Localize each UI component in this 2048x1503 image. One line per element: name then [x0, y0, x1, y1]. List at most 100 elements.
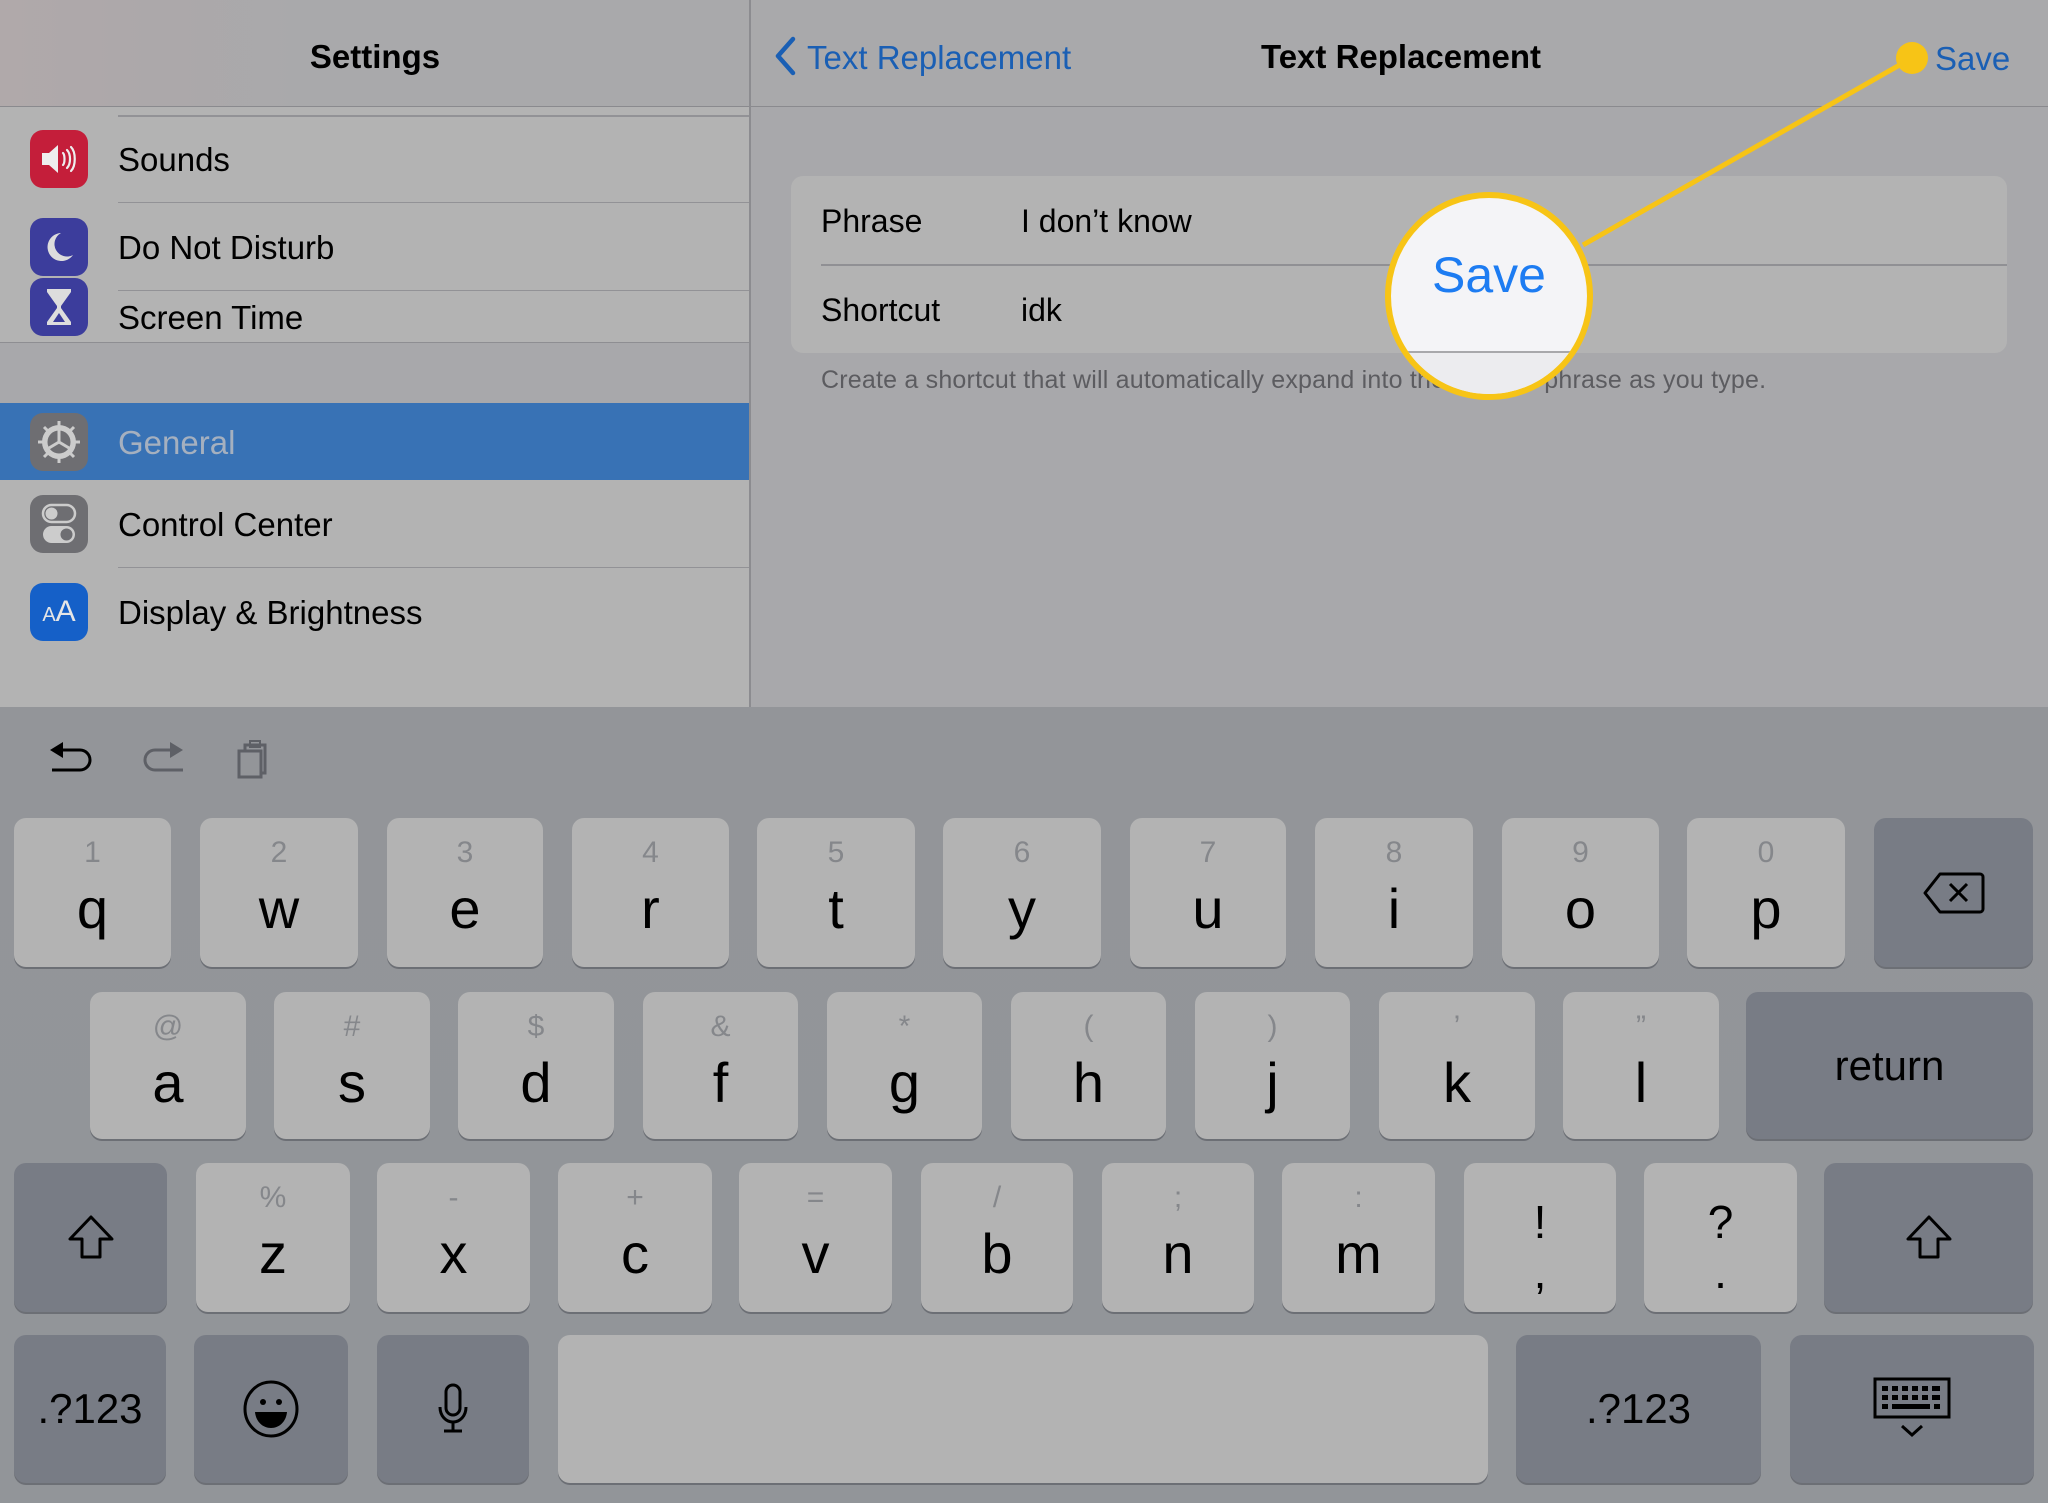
toggles-icon — [30, 495, 88, 553]
undo-icon — [48, 740, 94, 785]
key-o[interactable]: 9o — [1502, 818, 1659, 967]
undo-button[interactable] — [46, 737, 96, 787]
sidebar-header: Settings — [0, 0, 750, 107]
key-m[interactable]: :m — [1282, 1163, 1435, 1312]
key-secondary-label: % — [259, 1181, 287, 1214]
key-primary-label: e — [449, 877, 481, 940]
paste-button[interactable] — [230, 737, 280, 787]
key-upper-label: ? — [1707, 1196, 1734, 1248]
key-secondary-label: 5 — [827, 836, 845, 869]
key-g[interactable]: * g — [827, 992, 982, 1139]
delete-key[interactable] — [1874, 818, 2033, 967]
callout-save-label: Save — [1432, 247, 1546, 303]
key-c[interactable]: + c — [558, 1163, 712, 1312]
key-a[interactable]: @ a — [90, 992, 246, 1139]
sidebar-item-do-not-disturb[interactable]: Do Not Disturb — [0, 203, 750, 291]
key-secondary-label: 4 — [642, 836, 659, 869]
chevron-left-icon — [773, 35, 797, 82]
key-primary-label: p — [1750, 877, 1782, 940]
key-v[interactable]: = v — [739, 1163, 892, 1312]
key-secondary-label: + — [626, 1181, 644, 1214]
callout-dot — [1896, 42, 1928, 74]
sidebar-item-label: Screen Time — [118, 299, 304, 336]
return-label: return — [1834, 1041, 1945, 1089]
dismiss-keyboard-key[interactable] — [1790, 1335, 2034, 1483]
numbers-key-left[interactable]: .?123 — [14, 1335, 166, 1483]
numbers-label: .?123 — [1585, 1385, 1692, 1432]
key-l[interactable]: ” l — [1563, 992, 1719, 1139]
key-primary-label: w — [258, 877, 300, 940]
gear-icon — [30, 413, 88, 471]
key-primary-label: l — [1634, 1051, 1648, 1114]
key-p[interactable]: 0p — [1687, 818, 1845, 967]
save-button[interactable]: Save — [1935, 30, 2010, 86]
settings-group-2: General Control Center AA Display & Brig… — [0, 403, 750, 707]
key-y[interactable]: 6y — [943, 818, 1101, 967]
key-secondary-label: * — [898, 1010, 911, 1043]
key-x[interactable]: -x — [377, 1163, 530, 1312]
key-z[interactable]: % z — [196, 1163, 350, 1312]
key-lower-label: . — [1714, 1246, 1727, 1298]
key-j[interactable]: ) j — [1195, 992, 1350, 1139]
paste-icon — [235, 739, 275, 786]
key-e[interactable]: 3e — [387, 818, 543, 967]
key-n[interactable]: ; n — [1102, 1163, 1254, 1312]
key-primary-label: x — [439, 1222, 468, 1285]
key-primary-label: i — [1387, 877, 1401, 940]
key-primary-label: y — [1008, 877, 1036, 940]
space-bar[interactable] — [558, 1335, 1488, 1483]
key-q[interactable]: 1q — [14, 818, 171, 967]
keyboard-dismiss-icon — [1790, 1335, 2034, 1483]
dictation-key[interactable] — [377, 1335, 529, 1483]
key-i[interactable]: 8i — [1315, 818, 1473, 967]
return-key[interactable]: return — [1746, 992, 2033, 1139]
key-u[interactable]: 7u — [1130, 818, 1286, 967]
key-primary-label: c — [621, 1222, 649, 1285]
sidebar-item-display-brightness[interactable]: AA Display & Brightness — [0, 568, 750, 656]
key-t[interactable]: 5t — [757, 818, 915, 967]
key-secondary-label: 1 — [84, 836, 101, 869]
speaker-icon — [30, 130, 88, 188]
sidebar-item-control-center[interactable]: Control Center — [0, 480, 750, 568]
key-secondary-label: ’ — [1453, 1010, 1461, 1043]
settings-sidebar: Settings Sounds Do Not Disturb Screen Ti… — [0, 0, 751, 707]
key-primary-label: d — [520, 1051, 552, 1114]
key-primary-label: k — [1443, 1051, 1471, 1114]
key-primary-label: j — [1266, 1051, 1279, 1114]
shortcut-input[interactable]: idk — [1021, 265, 1062, 355]
key-secondary-label: 7 — [1199, 836, 1217, 869]
key-secondary-label: 3 — [456, 836, 474, 869]
back-button[interactable]: Text Replacement — [773, 30, 1071, 86]
key-exclamation-comma[interactable]: !, — [1464, 1163, 1616, 1312]
key-secondary-label: 0 — [1757, 836, 1775, 869]
key-b[interactable]: / b — [921, 1163, 1073, 1312]
key-s[interactable]: # s — [274, 992, 430, 1139]
key-primary-label: a — [152, 1051, 184, 1114]
emoji-key[interactable] — [194, 1335, 348, 1483]
callout-background — [1391, 353, 1587, 394]
sidebar-item-sounds[interactable]: Sounds — [0, 115, 750, 203]
redo-button[interactable] — [137, 737, 187, 787]
key-primary-label: m — [1335, 1222, 1382, 1285]
sidebar-item-general[interactable]: General — [0, 403, 750, 480]
key-f[interactable]: & f — [643, 992, 798, 1139]
key-primary-label: z — [259, 1222, 287, 1285]
key-r[interactable]: 4r — [572, 818, 729, 967]
key-primary-label: t — [828, 877, 844, 940]
key-secondary-label: : — [1354, 1181, 1363, 1214]
key-w[interactable]: 2w — [200, 818, 358, 967]
key-d[interactable]: $ d — [458, 992, 614, 1139]
phrase-input[interactable]: I don’t know — [1021, 176, 1192, 266]
numbers-key-right[interactable]: .?123 — [1516, 1335, 1761, 1483]
key-k[interactable]: ’ k — [1379, 992, 1535, 1139]
shift-key-left[interactable] — [14, 1163, 167, 1312]
sidebar-item-label: General — [118, 424, 236, 461]
key-upper-label: ! — [1533, 1196, 1547, 1248]
key-primary-label: b — [981, 1222, 1013, 1285]
key-question-period[interactable]: ?. — [1644, 1163, 1797, 1312]
sidebar-item-screen-time[interactable]: Screen Time — [0, 278, 750, 343]
shift-key-right[interactable] — [1824, 1163, 2033, 1312]
key-h[interactable]: (h — [1011, 992, 1166, 1139]
key-primary-label: o — [1564, 877, 1597, 940]
key-secondary-label: @ — [152, 1010, 184, 1043]
